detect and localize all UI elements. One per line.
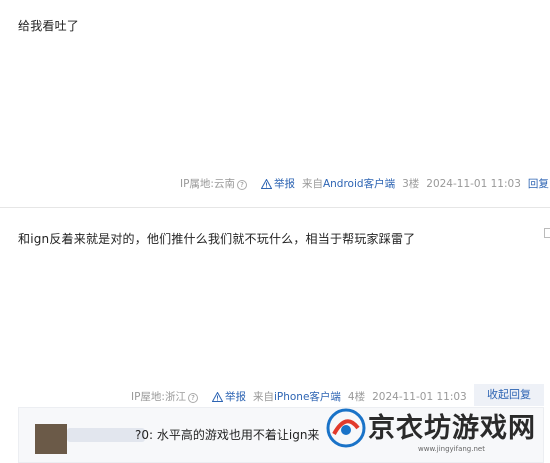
warning-icon: [211, 391, 223, 402]
blurred-username: [67, 428, 145, 442]
post-1-client-link[interactable]: Android客户端: [323, 178, 395, 190]
reply-text: ?0: 水平高的游戏也用不着让ign来: [135, 428, 320, 442]
post-1-meta: IP属地:云南? 举报 来自Android客户端 3楼 2024-11-01 1…: [180, 176, 550, 191]
post-1-content: 给我看吐了: [18, 19, 80, 33]
post-2-ip: IP屋地:浙江?: [131, 389, 205, 404]
post-2-report-button[interactable]: 举报: [211, 389, 246, 404]
post-1-client: 来自Android客户端: [301, 178, 396, 190]
warning-icon: [260, 178, 272, 189]
help-icon[interactable]: ?: [236, 180, 247, 190]
post-1-reply-button[interactable]: 回复: [528, 176, 549, 191]
post-1-time: 2024-11-01 11:03: [426, 177, 521, 190]
brand-logo-icon: [326, 408, 366, 448]
watermark-url: www.jingyifang.net: [418, 445, 485, 453]
post-1-ip: IP属地:云南?: [180, 176, 254, 191]
post-divider: [0, 207, 550, 208]
post-1-floor: 3楼: [402, 178, 420, 190]
help-icon[interactable]: ?: [187, 393, 198, 403]
post-1-report-button[interactable]: 举报: [260, 176, 295, 191]
watermark: 京衣坊游戏网 www.jingyifang.net: [320, 398, 550, 463]
post-2-content: 和ign反着来就是对的，他们推什么我们就不玩什么，相当于帮玩家踩雷了: [18, 232, 416, 246]
edge-bracket: [544, 228, 550, 238]
avatar[interactable]: [35, 424, 145, 454]
watermark-title: 京衣坊游戏网: [368, 413, 536, 444]
